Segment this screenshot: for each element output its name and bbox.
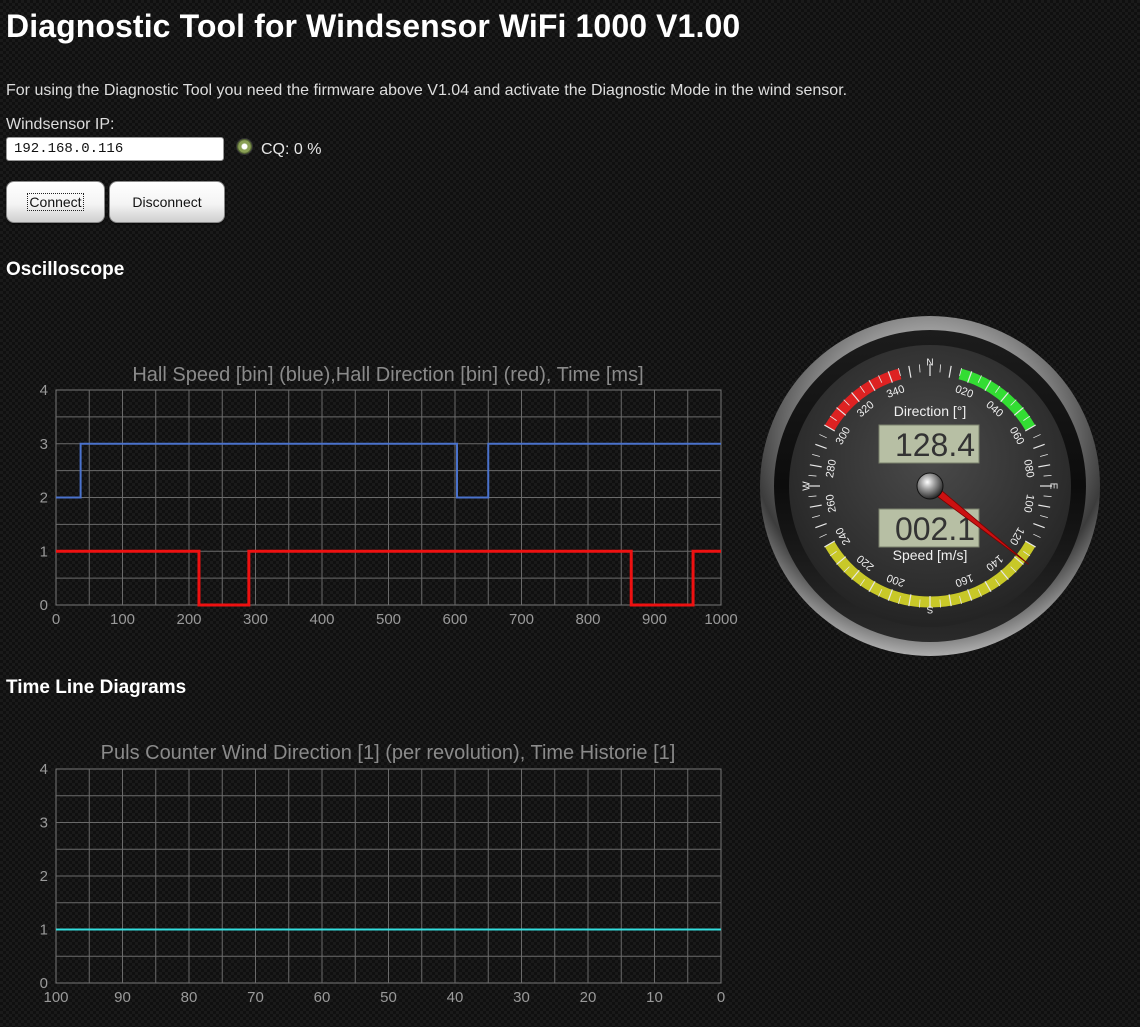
gauge-cardinal-label: W bbox=[802, 481, 813, 491]
oscilloscope-chart: Hall Speed [bin] (blue),Hall Direction [… bbox=[40, 364, 738, 628]
oscilloscope-chart-title: Hall Speed [bin] (blue),Hall Direction [… bbox=[132, 364, 643, 386]
connect-button[interactable]: Connect bbox=[6, 181, 105, 223]
ip-input[interactable] bbox=[6, 137, 224, 161]
x-tick-label: 70 bbox=[247, 989, 264, 1006]
gauge-needle-cap bbox=[916, 472, 944, 500]
gauge-cardinal-label: S bbox=[926, 604, 933, 615]
timeline-heading: Time Line Diagrams bbox=[6, 677, 187, 698]
y-tick-label: 1 bbox=[40, 922, 48, 939]
disconnect-button[interactable]: Disconnect bbox=[109, 181, 225, 223]
cq-radio-indicator[interactable] bbox=[237, 139, 252, 154]
x-tick-label: 300 bbox=[243, 611, 268, 628]
x-tick-label: 20 bbox=[580, 989, 597, 1006]
x-tick-label: 80 bbox=[181, 989, 198, 1006]
timeline-chart-title: Puls Counter Wind Direction [1] (per rev… bbox=[101, 742, 676, 764]
x-tick-label: 30 bbox=[513, 989, 530, 1006]
gauge-cardinal-label: E bbox=[1048, 483, 1059, 490]
y-tick-label: 3 bbox=[40, 815, 48, 832]
x-tick-label: 0 bbox=[52, 611, 60, 628]
direction-value: 128.4 bbox=[895, 427, 975, 463]
y-tick-label: 4 bbox=[40, 382, 48, 399]
x-tick-label: 10 bbox=[646, 989, 663, 1006]
page-title: Diagnostic Tool for Windsensor WiFi 1000… bbox=[6, 8, 741, 44]
x-tick-label: 900 bbox=[642, 611, 667, 628]
x-tick-label: 200 bbox=[176, 611, 201, 628]
x-tick-label: 1000 bbox=[704, 611, 737, 628]
cq-status: CQ: 0 % bbox=[261, 141, 322, 158]
y-tick-label: 2 bbox=[40, 490, 48, 507]
speed-value: 002.1 bbox=[895, 511, 975, 547]
wind-gauge: 0200400600801001201401602002202402602803… bbox=[760, 316, 1100, 656]
ip-label: Windsensor IP: bbox=[6, 116, 115, 133]
direction-label: Direction [°] bbox=[894, 403, 967, 419]
x-tick-label: 100 bbox=[110, 611, 135, 628]
x-tick-label: 700 bbox=[509, 611, 534, 628]
x-tick-label: 500 bbox=[376, 611, 401, 628]
y-tick-label: 0 bbox=[40, 975, 48, 992]
x-tick-label: 90 bbox=[114, 989, 131, 1006]
speed-label: Speed [m/s] bbox=[893, 547, 968, 563]
x-tick-label: 60 bbox=[314, 989, 331, 1006]
x-tick-label: 0 bbox=[717, 989, 725, 1006]
timeline-chart: Puls Counter Wind Direction [1] (per rev… bbox=[40, 742, 726, 1006]
x-tick-label: 600 bbox=[442, 611, 467, 628]
x-tick-label: 400 bbox=[309, 611, 334, 628]
x-tick-label: 800 bbox=[575, 611, 600, 628]
oscilloscope-heading: Oscilloscope bbox=[6, 259, 125, 280]
y-tick-label: 0 bbox=[40, 597, 48, 614]
connect-label: Connect bbox=[27, 193, 84, 211]
y-tick-label: 2 bbox=[40, 868, 48, 885]
y-tick-label: 4 bbox=[40, 761, 48, 778]
y-tick-label: 3 bbox=[40, 436, 48, 453]
x-tick-label: 50 bbox=[380, 989, 397, 1006]
gauge-cardinal-label: N bbox=[926, 358, 933, 369]
y-tick-label: 1 bbox=[40, 543, 48, 560]
x-tick-label: 40 bbox=[447, 989, 464, 1006]
intro-text: For using the Diagnostic Tool you need t… bbox=[6, 82, 848, 99]
